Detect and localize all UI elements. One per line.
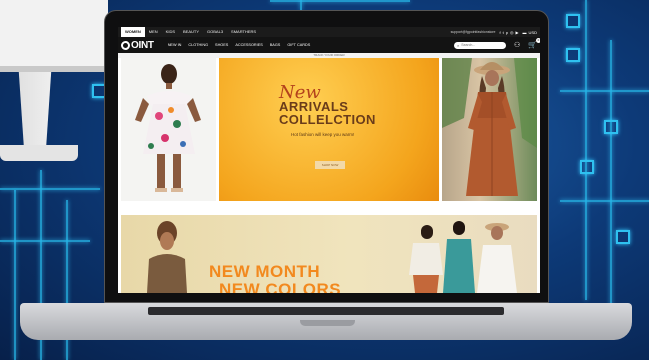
monitor-base <box>0 145 78 161</box>
nav-accessories[interactable]: ACCESSORIES <box>235 43 262 47</box>
laptop-notch <box>300 320 355 326</box>
logo-text: OINT <box>131 39 154 51</box>
background-monitor <box>0 0 108 72</box>
category-gobal3[interactable]: GOBAL3 <box>203 27 227 37</box>
nav-new-in[interactable]: NEW IN <box>168 43 182 47</box>
support-email[interactable]: support@fgpointfashionstore <box>451 30 496 34</box>
user-icon[interactable]: ⚇ <box>514 41 520 49</box>
category-beauty[interactable]: BEAUTY <box>179 27 203 37</box>
social-links: f t p ◎ ▶ <box>499 30 518 35</box>
hero-section: New ARRIVALS COLLELCTION Hot fashion wil… <box>118 58 540 201</box>
hero-tagline: Hot fashion will keep you warm! <box>291 132 355 137</box>
logo-mark-icon <box>121 40 130 50</box>
nav-menu: NEW IN CLOTHING SHOES ACCESSORIES BAGS G… <box>168 43 311 47</box>
cart-icon[interactable]: 🛒 0 <box>528 38 540 49</box>
site-logo[interactable]: OINT <box>121 40 154 51</box>
flag-icon[interactable]: ▬ <box>523 30 527 35</box>
top-category-bar: WOMEN MEN KIDS BEAUTY GOBAL3 SMARTHERS s… <box>118 27 540 37</box>
model-floral-dress-illustration <box>135 64 201 192</box>
new-month-banner[interactable]: NEW MONTH NEW COLORS <box>121 215 537 293</box>
banner-title-line1: NEW MONTH <box>209 262 321 281</box>
nav-shoes[interactable]: SHOES <box>215 43 228 47</box>
search-box[interactable]: ⌕ <box>454 41 506 49</box>
hero-new-arrivals-banner[interactable]: New ARRIVALS COLLELCTION Hot fashion wil… <box>219 58 439 201</box>
category-women[interactable]: WOMEN <box>121 27 145 37</box>
cart-count-badge: 0 <box>536 38 540 43</box>
main-navbar: OINT NEW IN CLOTHING SHOES ACCESSORIES B… <box>118 37 540 53</box>
youtube-icon[interactable]: ▶ <box>515 30 518 35</box>
nav-bags[interactable]: BAGS <box>270 43 281 47</box>
instagram-icon[interactable]: ◎ <box>510 30 514 35</box>
hero-headline: New ARRIVALS COLLELCTION <box>279 84 376 127</box>
nav-gift-cards[interactable]: GIFT CARDS <box>287 43 310 47</box>
laptop-keyboard <box>148 307 504 315</box>
hero-model-right-image[interactable] <box>442 58 537 201</box>
hero-model-left-image[interactable] <box>121 58 216 201</box>
shop-now-button[interactable]: SHOP NOW <box>315 161 345 169</box>
category-smarthers[interactable]: SMARTHERS <box>227 27 260 37</box>
currency-selector[interactable]: USD <box>529 30 537 35</box>
category-men[interactable]: MEN <box>145 27 162 37</box>
model-rust-dress-illustration <box>442 58 537 196</box>
category-kids[interactable]: KIDS <box>162 27 179 37</box>
banner-title-line2: NEW COLORS <box>219 280 342 293</box>
pinterest-icon[interactable]: p <box>506 30 508 35</box>
laptop-screen: WOMEN MEN KIDS BEAUTY GOBAL3 SMARTHERS s… <box>118 27 540 293</box>
hero-collection: COLLELCTION <box>279 112 376 127</box>
twitter-icon[interactable]: t <box>503 30 504 35</box>
facebook-icon[interactable]: f <box>499 30 500 35</box>
search-input[interactable] <box>461 43 502 47</box>
nav-clothing[interactable]: CLOTHING <box>188 43 208 47</box>
search-icon: ⌕ <box>457 42 460 48</box>
